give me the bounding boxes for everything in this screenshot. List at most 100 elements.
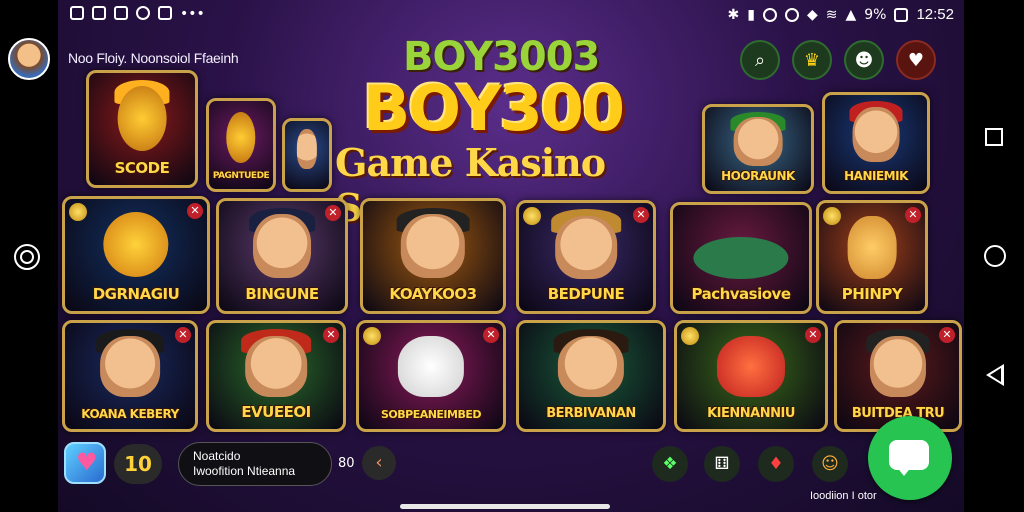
game-card[interactable]: ✕ KIENNANNIU [674, 320, 828, 432]
bluetooth-icon: ✱ [727, 6, 740, 23]
search-icon[interactable]: ⌕ [740, 40, 780, 80]
game-card[interactable]: ✕ BINGUNE [216, 198, 348, 314]
status-left: ••• [70, 6, 205, 22]
game-card[interactable]: ✕ DGRNAGIU [62, 196, 210, 314]
game-screen: ••• ✱ ▮ ◆ ≋ ▲ 9% 12:52 Noo Floiy. Noonso… [58, 0, 964, 512]
card-art [869, 335, 927, 398]
card-label: KOAYKOO3 [389, 285, 477, 303]
avatar[interactable] [8, 38, 50, 80]
wifi-icon: ≋ [825, 6, 838, 23]
card-label: BERBIVANAN [546, 406, 636, 421]
card-art [852, 106, 900, 163]
crown-icon[interactable]: ♛ [792, 40, 832, 80]
battery-icon [894, 7, 909, 22]
game-card[interactable]: ✕ BUITDEA TRU [834, 320, 962, 432]
card-art [693, 236, 789, 280]
game-card[interactable]: ✕ BEDPUNE [516, 200, 656, 314]
top-icons: ⌕ ♛ ☻ ♥ [740, 40, 936, 80]
card-art [397, 335, 465, 398]
message-line1: Noatcido [193, 449, 241, 463]
vpn-icon [784, 7, 799, 22]
coin-icon [823, 207, 841, 225]
card-art [733, 117, 783, 166]
coin-icon [69, 203, 87, 221]
game-card[interactable]: HANIEMIK [822, 92, 930, 194]
game-card[interactable]: ✕ SOBPEANEIMBED [356, 320, 506, 432]
shield-icon: ◆ [806, 6, 818, 23]
cell-icon: ▲ [845, 6, 857, 23]
game-card[interactable]: ✕ EVUEEOI [206, 320, 346, 432]
bottom-bar: 10 Noatcido Iwoofition Ntieanna 80 ‹ ❖ ⚅… [58, 416, 964, 512]
game-card[interactable]: HOORAUNK [702, 104, 814, 194]
card-art [100, 335, 160, 398]
location-icon [136, 6, 150, 20]
gift-icon[interactable]: ❖ [652, 446, 688, 482]
chat-icon[interactable]: ♥ [896, 40, 936, 80]
dice-icon[interactable]: ⚅ [704, 446, 740, 482]
back-icon[interactable] [986, 364, 1004, 386]
card-art [117, 86, 167, 152]
message-line2: Iwoofition Ntieanna [193, 464, 296, 478]
game-card[interactable]: KOAYKOO3 [360, 198, 506, 314]
close-icon[interactable]: ✕ [939, 327, 955, 343]
coin-icon [363, 327, 381, 345]
game-card[interactable]: ✕ PHINPY [816, 200, 928, 314]
card-art [716, 335, 786, 398]
card-art [245, 335, 307, 398]
card-art [253, 214, 311, 278]
card-label: KIENNANNIU [707, 406, 795, 421]
card-label: HOORAUNK [721, 169, 795, 183]
gallery-icon [70, 6, 84, 20]
card-label: Pachvasiove [691, 285, 791, 303]
message-icon [92, 6, 106, 20]
card-label: SCODE [114, 159, 170, 177]
close-icon[interactable]: ✕ [905, 207, 921, 223]
card-art [555, 215, 617, 279]
logo-line2: BOY300 [363, 72, 625, 145]
candy-icon[interactable]: ♦ [758, 446, 794, 482]
close-icon[interactable]: ✕ [805, 327, 821, 343]
chat-fab-icon[interactable] [868, 416, 952, 500]
card-art [400, 214, 466, 278]
close-icon[interactable]: ✕ [323, 327, 339, 343]
close-icon[interactable]: ✕ [175, 327, 191, 343]
level-badge[interactable]: 10 [114, 444, 162, 484]
app-title: Noo Floiy. Noonsoiol Ffaeinh [68, 50, 239, 66]
lion-icon[interactable]: ☺ [812, 446, 848, 482]
game-card[interactable]: BERBIVANAN [516, 320, 666, 432]
dog-icon[interactable]: ☻ [844, 40, 884, 80]
card-label: PAGNTUEDE [212, 171, 270, 181]
game-card[interactable]: ✕ KOANA KEBERY [62, 320, 198, 432]
card-art [226, 111, 256, 163]
recents-icon[interactable] [985, 128, 1003, 146]
left-frame [0, 0, 58, 512]
card-label: BINGUNE [245, 285, 319, 303]
home-icon[interactable] [984, 245, 1006, 267]
card-label: KOANA KEBERY [81, 407, 179, 421]
gem-icon[interactable] [64, 442, 106, 484]
close-icon[interactable]: ✕ [187, 203, 203, 219]
card-art [103, 212, 169, 278]
game-card[interactable]: PAGNTUEDE [206, 98, 276, 192]
close-icon[interactable]: ✕ [483, 327, 499, 343]
card-art [296, 129, 318, 169]
card-label: SOBPEANEIMBED [380, 408, 482, 421]
card-art [557, 335, 625, 398]
chevron-left-icon[interactable]: ‹ [362, 446, 396, 480]
game-card[interactable]: Pachvasiove [670, 202, 812, 314]
caption: Ioodiion I otor [810, 490, 877, 502]
ring-icon[interactable] [14, 244, 40, 270]
game-card[interactable]: SCODE [86, 70, 198, 188]
signal-icon: ▮ [747, 6, 755, 23]
card-label: PHINPY [841, 285, 903, 303]
coin-icon [681, 327, 699, 345]
battery-text: 9% [864, 6, 887, 23]
status-right: ✱ ▮ ◆ ≋ ▲ 9% 12:52 [727, 6, 954, 23]
close-icon[interactable]: ✕ [633, 207, 649, 223]
game-card[interactable] [282, 118, 332, 192]
message-box[interactable]: Noatcido Iwoofition Ntieanna [178, 442, 332, 486]
close-icon[interactable]: ✕ [325, 205, 341, 221]
gesture-pill[interactable] [400, 504, 610, 509]
clock: 12:52 [916, 6, 954, 23]
card-label: EVUEEOI [241, 403, 311, 421]
